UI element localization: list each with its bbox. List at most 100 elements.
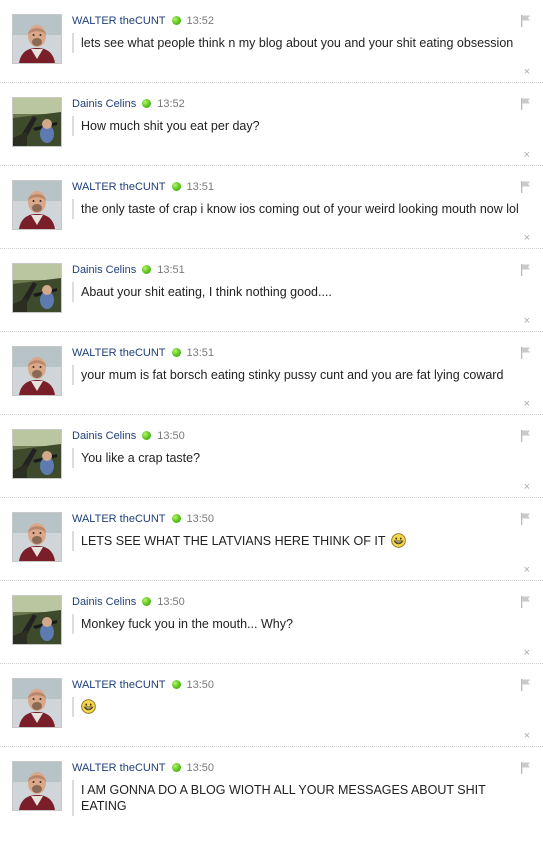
- message-item: Dainis Celins 13:50 You like a crap taste…: [0, 415, 543, 498]
- message-item: Dainis Celins 13:51 Abaut your shit eatin…: [0, 249, 543, 332]
- avatar[interactable]: [12, 512, 62, 562]
- message-item: WALTER theCUNT 13:50 ×: [0, 664, 543, 747]
- online-status-icon: [171, 348, 181, 357]
- message-item: WALTER theCUNT 13:50 LETS SEE WHAT THE LA…: [0, 498, 543, 581]
- dainis-avatar-image: [13, 264, 61, 312]
- close-icon[interactable]: ×: [524, 233, 530, 244]
- message-item: Dainis Celins 13:52 How much shit you eat…: [0, 83, 543, 166]
- message-header: WALTER theCUNT 13:52: [72, 14, 214, 28]
- avatar[interactable]: [12, 97, 62, 147]
- flag-icon[interactable]: [521, 181, 531, 193]
- author-link[interactable]: WALTER theCUNT: [72, 347, 166, 359]
- timestamp: 13:50: [186, 762, 215, 774]
- message-item: Dainis Celins 13:50 Monkey fuck you in th…: [0, 581, 543, 664]
- message-header: WALTER theCUNT 13:51: [72, 346, 214, 360]
- author-link[interactable]: WALTER theCUNT: [72, 15, 166, 27]
- avatar[interactable]: [12, 346, 62, 396]
- walter-avatar-image: [13, 15, 61, 63]
- message-text: your mum is fat borsch eating stinky pus…: [81, 368, 504, 382]
- message-header: Dainis Celins 13:50: [72, 429, 185, 443]
- message-text: How much shit you eat per day?: [81, 119, 260, 133]
- timestamp: 13:50: [186, 513, 215, 525]
- close-icon[interactable]: ×: [524, 150, 530, 161]
- close-icon[interactable]: ×: [524, 482, 530, 493]
- timestamp: 13:50: [186, 679, 215, 691]
- author-link[interactable]: WALTER theCUNT: [72, 181, 166, 193]
- dainis-avatar-image: [13, 98, 61, 146]
- avatar[interactable]: [12, 761, 62, 811]
- flag-icon[interactable]: [521, 596, 531, 608]
- online-status-icon: [171, 182, 181, 191]
- author-link[interactable]: Dainis Celins: [72, 98, 136, 110]
- message-header: Dainis Celins 13:50: [72, 595, 185, 609]
- online-status-icon: [142, 431, 152, 440]
- flag-icon[interactable]: [521, 430, 531, 442]
- timestamp: 13:50: [157, 430, 185, 442]
- close-icon[interactable]: ×: [524, 731, 530, 742]
- timestamp: 13:50: [157, 596, 185, 608]
- message-body: Monkey fuck you in the mouth... Why?: [72, 614, 534, 634]
- walter-avatar-image: [13, 347, 61, 395]
- message-text: I AM GONNA DO A BLOG WIOTH ALL YOUR MESS…: [81, 783, 486, 813]
- close-icon[interactable]: ×: [524, 648, 530, 659]
- message-text: Monkey fuck you in the mouth... Why?: [81, 617, 293, 631]
- flag-icon[interactable]: [521, 15, 531, 27]
- timestamp: 13:51: [186, 347, 215, 359]
- message-header: WALTER theCUNT 13:50: [72, 512, 214, 526]
- author-link[interactable]: Dainis Celins: [72, 430, 136, 442]
- flag-icon[interactable]: [521, 98, 531, 110]
- close-icon[interactable]: ×: [524, 399, 530, 410]
- online-status-icon: [171, 514, 181, 523]
- avatar[interactable]: [12, 429, 62, 479]
- message-item: WALTER theCUNT 13:50 I AM GONNA DO A BLOG…: [0, 747, 543, 837]
- dainis-avatar-image: [13, 430, 61, 478]
- flag-icon[interactable]: [521, 513, 531, 525]
- walter-avatar-image: [13, 679, 61, 727]
- message-text: You like a crap taste?: [81, 451, 201, 465]
- flag-icon[interactable]: [521, 264, 531, 276]
- message-body: lets see what people think n my blog abo…: [72, 33, 534, 53]
- walter-avatar-image: [13, 513, 61, 561]
- online-status-icon: [142, 99, 152, 108]
- message-item: WALTER theCUNT 13:51 the only taste of cr…: [0, 166, 543, 249]
- grin-emoji-icon: [81, 699, 96, 714]
- online-status-icon: [171, 680, 181, 689]
- message-header: Dainis Celins 13:51: [72, 263, 185, 277]
- author-link[interactable]: Dainis Celins: [72, 264, 136, 276]
- timestamp: 13:52: [157, 98, 185, 110]
- walter-avatar-image: [13, 181, 61, 229]
- author-link[interactable]: Dainis Celins: [72, 596, 136, 608]
- message-body: LETS SEE WHAT THE LATVIANS HERE THINK OF…: [72, 531, 534, 551]
- message-item: WALTER theCUNT 13:51 your mum is fat bors…: [0, 332, 543, 415]
- message-body: [72, 697, 534, 717]
- timestamp: 13:52: [186, 15, 215, 27]
- close-icon[interactable]: ×: [524, 565, 530, 576]
- message-header: Dainis Celins 13:52: [72, 97, 185, 111]
- author-link[interactable]: WALTER theCUNT: [72, 513, 166, 525]
- message-text: Abaut your shit eating, I think nothing …: [81, 285, 332, 299]
- flag-icon[interactable]: [521, 762, 531, 774]
- avatar[interactable]: [12, 180, 62, 230]
- avatar[interactable]: [12, 678, 62, 728]
- online-status-icon: [142, 265, 152, 274]
- message-header: WALTER theCUNT 13:50: [72, 678, 214, 692]
- close-icon[interactable]: ×: [524, 316, 530, 327]
- walter-avatar-image: [13, 762, 61, 810]
- message-text: the only taste of crap i know ios coming…: [81, 202, 519, 216]
- author-link[interactable]: WALTER theCUNT: [72, 762, 166, 774]
- message-feed: WALTER theCUNT 13:52 lets see what people…: [0, 0, 543, 837]
- message-header: WALTER theCUNT 13:50: [72, 761, 214, 775]
- close-icon[interactable]: ×: [524, 67, 530, 78]
- online-status-icon: [171, 763, 181, 772]
- flag-icon[interactable]: [521, 347, 531, 359]
- message-body: You like a crap taste?: [72, 448, 534, 468]
- avatar[interactable]: [12, 14, 62, 64]
- timestamp: 13:51: [157, 264, 185, 276]
- message-body: the only taste of crap i know ios coming…: [72, 199, 534, 219]
- avatar[interactable]: [12, 595, 62, 645]
- author-link[interactable]: WALTER theCUNT: [72, 679, 166, 691]
- online-status-icon: [142, 597, 152, 606]
- avatar[interactable]: [12, 263, 62, 313]
- flag-icon[interactable]: [521, 679, 531, 691]
- message-item: WALTER theCUNT 13:52 lets see what people…: [0, 0, 543, 83]
